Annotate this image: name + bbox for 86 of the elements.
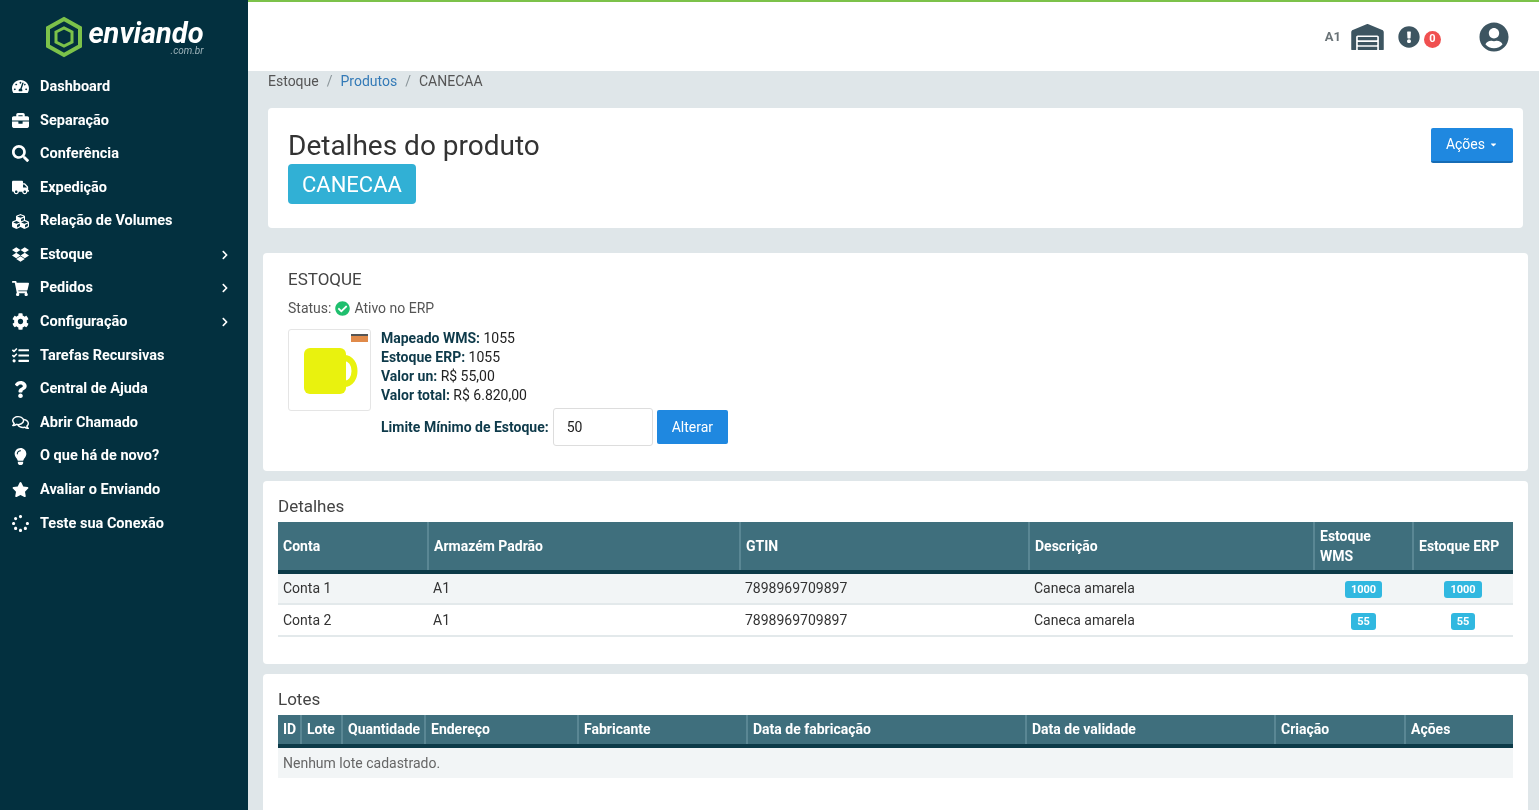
sidebar-item[interactable]: Teste sua Conexão <box>0 506 248 541</box>
column-header: Ações <box>1405 715 1513 746</box>
change-button[interactable]: Alterar <box>656 410 729 444</box>
breadcrumb-separator: / <box>326 72 333 91</box>
breadcrumb-separator: / <box>405 72 411 91</box>
table-cell: Caneca amarela <box>1029 572 1314 604</box>
column-header: Quantidade <box>342 715 425 746</box>
tag-icon <box>351 334 368 342</box>
sidebar-item[interactable]: Tarefas Recursivas <box>0 338 248 373</box>
sidebar-item[interactable]: Conferência <box>0 137 248 171</box>
min-stock-label: Limite Mínimo de Estoque: <box>381 417 549 437</box>
table-cell: Conta 1 <box>278 572 428 604</box>
status-value: Ativo no ERP <box>354 299 435 318</box>
warehouse-icon[interactable] <box>1351 23 1384 50</box>
caret-icon <box>1489 140 1498 149</box>
sidebar-item[interactable]: Separação <box>0 103 248 138</box>
search-icon <box>12 145 29 163</box>
stock-fact: Estoque ERP: 1055 <box>381 348 502 367</box>
sidebar-item[interactable]: Relação de Volumes <box>0 204 248 238</box>
table-cell: A1 <box>428 604 740 636</box>
brand-domain: .com.br <box>170 45 204 56</box>
warehouse-code: A1 <box>1324 27 1341 46</box>
stock-fact: Valor un: R$ 55,00 <box>381 367 496 386</box>
logo-icon <box>44 16 85 58</box>
table-cell: A1 <box>428 572 740 604</box>
count-badge: 1000 <box>1344 581 1383 598</box>
sidebar-item[interactable]: Abrir Chamado <box>0 405 248 440</box>
breadcrumb-link[interactable]: Produtos <box>340 71 398 92</box>
cubes-icon <box>12 212 29 230</box>
lightbulb-icon <box>12 447 29 465</box>
column-header: Lote <box>301 715 342 746</box>
min-stock-input[interactable]: 50 <box>552 408 653 446</box>
question-icon <box>12 380 29 398</box>
check-icon <box>335 301 351 316</box>
chat-icon <box>12 414 29 432</box>
table-cell: Caneca amarela <box>1029 604 1314 636</box>
sidebar-item[interactable]: Expedição <box>0 170 248 205</box>
brand-name: enviando <box>88 18 204 48</box>
column-header: Estoque ERP <box>1413 522 1513 572</box>
star-icon <box>12 481 29 499</box>
boxes-icon <box>12 246 29 264</box>
column-header: Data de validade <box>1026 715 1275 746</box>
truck-icon <box>12 179 29 197</box>
breadcrumb-item: CANECAA <box>419 72 483 91</box>
column-header: Endereço <box>425 715 578 746</box>
stock-fact: Mapeado WMS: 1055 <box>381 329 516 348</box>
count-badge: 1000 <box>1444 581 1482 598</box>
sidebar-item[interactable]: O que há de novo? <box>0 439 248 474</box>
sidebar-item[interactable]: Central de Ajuda <box>0 372 248 406</box>
column-header: Criação <box>1275 715 1405 746</box>
cart-icon <box>12 279 29 297</box>
actions-button[interactable]: Ações <box>1430 128 1513 163</box>
sidebar-item[interactable]: Configuração <box>0 305 248 339</box>
briefcase-icon <box>12 111 29 129</box>
column-header: Data de fabricação <box>747 715 1026 746</box>
count-badge: 55 <box>1450 612 1476 630</box>
alert-count-badge: 0 <box>1424 31 1441 48</box>
count-badge: 55 <box>1351 612 1376 630</box>
empty-message: Nenhum lote cadastrado. <box>278 746 1513 778</box>
sidebar-item[interactable]: Pedidos <box>0 271 248 306</box>
column-header: Conta <box>278 522 428 572</box>
column-header: Estoque WMS <box>1314 522 1413 572</box>
section-title: Detalhes <box>278 495 346 517</box>
settings-icon <box>12 313 29 331</box>
alert-icon[interactable] <box>1398 25 1420 48</box>
sidebar-item[interactable]: Estoque <box>0 237 248 272</box>
column-header: GTIN <box>740 522 1029 572</box>
status-label: Status: <box>288 299 332 318</box>
table-cell: 7898969709897 <box>740 572 1029 604</box>
sidebar-item[interactable]: Dashboard <box>0 70 248 104</box>
column-header: Armazém Padrão <box>428 522 740 572</box>
table-cell: 7898969709897 <box>740 604 1029 636</box>
table-cell: Conta 2 <box>278 604 428 636</box>
page-title: Detalhes do produto <box>288 128 540 164</box>
sku-label: CANECAA <box>288 164 416 204</box>
column-header: Fabricante <box>578 715 747 746</box>
breadcrumb-item: Estoque <box>268 72 319 91</box>
section-title: ESTOQUE <box>288 269 363 289</box>
gauge-icon <box>12 78 29 96</box>
column-header: Descrição <box>1029 522 1314 572</box>
sidebar-item[interactable]: Avaliar o Enviando <box>0 473 248 507</box>
user-avatar-icon[interactable] <box>1479 21 1509 52</box>
stock-fact: Valor total: R$ 6.820,00 <box>381 386 528 405</box>
checklist-icon <box>12 347 29 365</box>
section-title: Lotes <box>278 688 322 710</box>
column-header: ID <box>278 715 301 746</box>
